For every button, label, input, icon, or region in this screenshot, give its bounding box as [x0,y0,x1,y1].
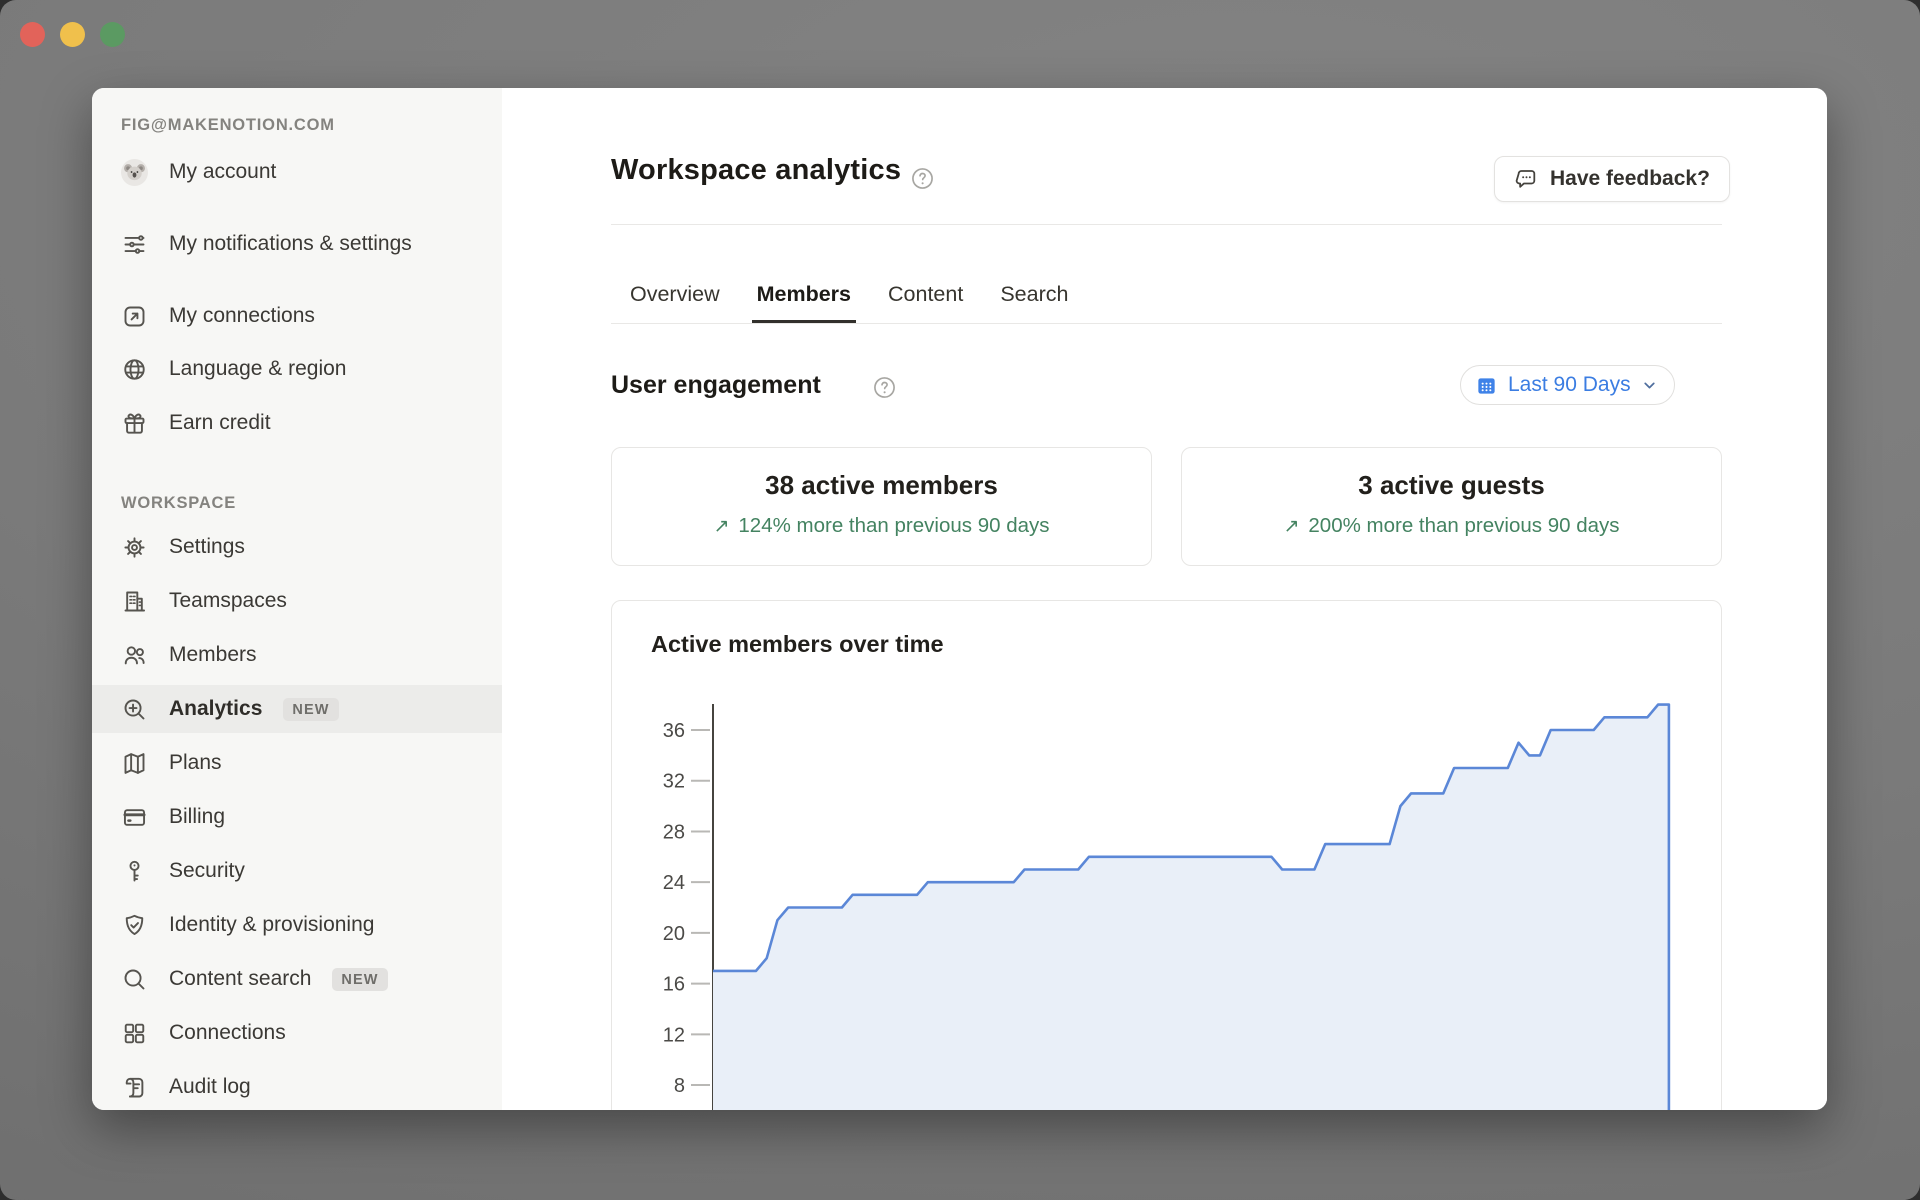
sidebar-item-content-search[interactable]: Content search NEW [92,955,502,1003]
account-email-heading: FIG@MAKENOTION.COM [121,116,335,135]
svg-text:20: 20 [663,923,685,945]
sidebar-item-label: Language & region [169,351,347,387]
magnifier-icon [121,966,148,993]
app-window-backdrop: FIG@MAKENOTION.COM My account My notifica… [0,0,1920,1200]
sidebar-item-label: Teamspaces [169,583,287,619]
sidebar-item-billing[interactable]: Billing [92,793,502,841]
sidebar-item-security[interactable]: Security [92,847,502,895]
sidebar-item-members[interactable]: Members [92,631,502,679]
active-members-chart-card: Active members over time 36 32 28 24 20 16 12 8 [611,600,1722,1110]
globe-icon [121,356,148,383]
settings-sidebar: FIG@MAKENOTION.COM My account My notifica… [92,88,502,1110]
arrow-up-right-box-icon [121,303,148,330]
have-feedback-button[interactable]: Have feedback? [1494,156,1730,202]
active-members-area-chart: 36 32 28 24 20 16 12 8 [622,691,1717,1110]
sidebar-item-my-connections[interactable]: My connections [92,292,502,340]
help-icon[interactable] [872,375,897,400]
settings-dialog: FIG@MAKENOTION.COM My account My notifica… [92,88,1827,1110]
active-guests-stat-card: 3 active guests ↗ 200% more than previou… [1181,447,1722,566]
sidebar-item-label: My account [169,154,276,190]
active-members-stat-card: 38 active members ↗ 124% more than previ… [611,447,1152,566]
key-icon [121,858,148,885]
minimize-window-button[interactable] [60,22,85,47]
sidebar-item-label: Security [169,853,245,889]
stat-delta: ↗ 200% more than previous 90 days [1283,514,1619,538]
magnifier-sparkle-icon [121,696,148,723]
credit-card-icon [121,804,148,831]
sidebar-item-label: Members [169,637,257,673]
svg-text:32: 32 [663,771,685,793]
sidebar-item-plans[interactable]: Plans [92,739,502,787]
tab-members[interactable]: Members [752,268,856,323]
stat-delta: ↗ 124% more than previous 90 days [713,514,1049,538]
sidebar-item-label: Plans [169,745,222,781]
sidebar-item-label: Connections [169,1015,286,1051]
sidebar-item-label: My notifications & settings [169,226,412,262]
new-badge: NEW [283,698,338,721]
trend-up-icon: ↗ [1283,515,1299,538]
chart-title: Active members over time [651,631,944,658]
analytics-main-panel: Workspace analytics Have feedback? [502,88,1827,1110]
zoom-window-button[interactable] [100,22,125,47]
tab-search[interactable]: Search [995,268,1073,323]
chevron-down-icon [1641,377,1658,394]
building-icon [121,588,148,615]
date-range-label: Last 90 Days [1508,373,1631,397]
analytics-tabs: Overview Members Content Search [611,268,1722,324]
svg-text:8: 8 [674,1075,685,1097]
scroll-icon [121,1074,148,1101]
sidebar-item-label: Audit log [169,1069,251,1105]
sidebar-item-settings[interactable]: Settings [92,523,502,571]
sidebar-item-analytics[interactable]: Analytics NEW [92,685,502,733]
sidebar-item-label: Analytics [169,691,262,727]
stat-value: 3 active guests [1358,470,1544,501]
user-engagement-heading: User engagement [611,371,821,400]
sidebar-item-my-account[interactable]: My account [92,148,502,196]
sidebar-item-teamspaces[interactable]: Teamspaces [92,577,502,625]
grid-icon [121,1020,148,1047]
header-divider [611,224,1722,225]
svg-text:36: 36 [663,720,685,742]
svg-text:12: 12 [663,1024,685,1046]
sidebar-item-identity-provisioning[interactable]: Identity & provisioning [92,901,502,949]
shield-check-icon [121,912,148,939]
svg-text:24: 24 [663,872,685,894]
map-icon [121,750,148,777]
page-title: Workspace analytics [611,154,901,187]
date-range-selector[interactable]: Last 90 Days [1460,365,1675,405]
sliders-icon [121,231,148,258]
sidebar-item-audit-log[interactable]: Audit log [92,1063,502,1110]
tab-content[interactable]: Content [883,268,968,323]
gift-icon [121,410,148,437]
sidebar-item-earn-credit[interactable]: Earn credit [92,399,502,447]
stat-value: 38 active members [765,470,998,501]
sidebar-item-label: Identity & provisioning [169,907,374,943]
gear-icon [121,534,148,561]
sidebar-item-label: Settings [169,529,245,565]
window-controls [20,22,125,47]
sidebar-item-language-region[interactable]: Language & region [92,345,502,393]
help-icon[interactable] [910,166,935,191]
svg-text:28: 28 [663,821,685,843]
close-window-button[interactable] [20,22,45,47]
calendar-icon [1475,374,1498,397]
chat-bubble-icon [1514,167,1539,192]
sidebar-item-connections[interactable]: Connections [92,1009,502,1057]
people-icon [121,642,148,669]
feedback-button-label: Have feedback? [1550,167,1710,191]
sidebar-item-my-notifications-settings[interactable]: My notifications & settings [92,208,502,280]
sidebar-item-label: My connections [169,298,315,334]
new-badge: NEW [332,968,387,991]
svg-text:16: 16 [663,974,685,996]
workspace-section-heading: WORKSPACE [121,494,236,513]
avatar-koala [121,159,148,186]
tab-overview[interactable]: Overview [625,268,725,323]
sidebar-item-label: Billing [169,799,225,835]
sidebar-item-label: Content search [169,961,311,997]
trend-up-icon: ↗ [713,515,729,538]
sidebar-item-label: Earn credit [169,405,271,441]
